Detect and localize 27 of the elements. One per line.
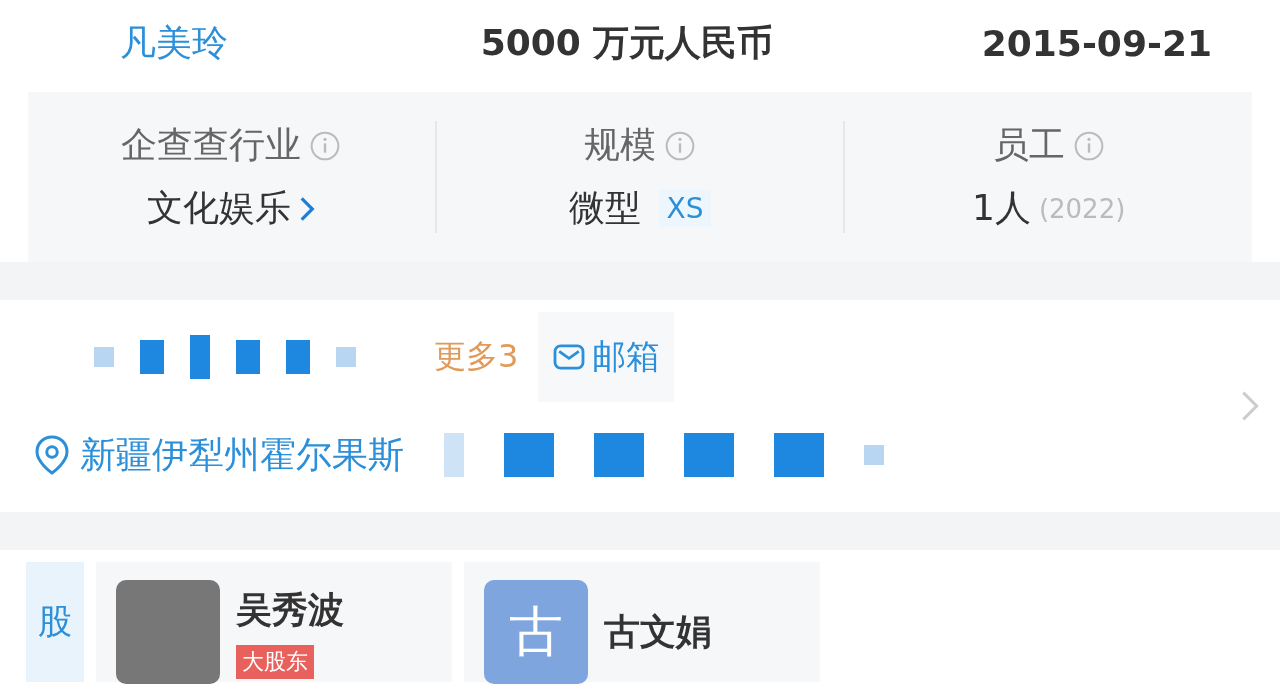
info-icon[interactable] (664, 129, 696, 162)
mail-icon (552, 343, 587, 371)
stat-label: 规模 (584, 123, 656, 167)
shareholder-name: 古文娟 (604, 609, 712, 654)
year-note: (2022) (1038, 193, 1126, 224)
stat-value: 文化娱乐 (147, 186, 292, 230)
shareholder-name: 吴秀波 (236, 587, 344, 632)
chevron-right-icon[interactable] (299, 194, 316, 223)
name-avatar: 古 (484, 580, 588, 684)
shareholder-card[interactable]: 吴秀波 大股东 (96, 562, 452, 682)
major-shareholder-badge: 大股东 (236, 644, 314, 679)
stat-label: 企查查行业 (121, 123, 302, 167)
info-icon[interactable] (309, 129, 342, 162)
info-value[interactable]: 凡美玲 (120, 18, 228, 68)
email-button[interactable]: 邮箱 (538, 312, 675, 402)
info-icon[interactable] (1072, 129, 1105, 162)
info-value: 5000 万元人民币 (480, 20, 774, 65)
info-value: 2015-09-21 (981, 22, 1212, 64)
shareholder-label[interactable]: 股 (26, 562, 84, 682)
location-pin-icon (34, 434, 70, 476)
more-link[interactable]: 更多3 (434, 335, 519, 379)
stat-value: 微型 (568, 186, 641, 230)
stat-value: 1人 (972, 186, 1031, 230)
address-text[interactable]: 新疆伊犁州霍尔果斯 (80, 430, 404, 480)
shareholder-card[interactable]: 古 古文娟 (464, 562, 820, 682)
stat-label: 员工 (992, 123, 1065, 167)
size-tag: XS (658, 190, 712, 227)
